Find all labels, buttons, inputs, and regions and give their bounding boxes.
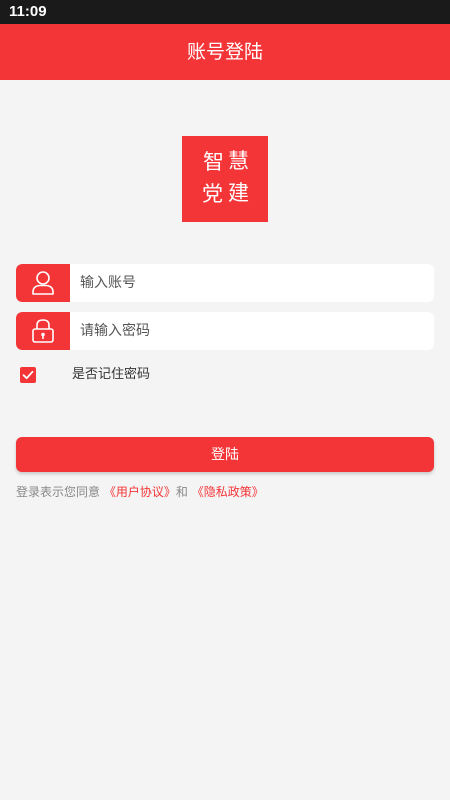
logo-char: 智 xyxy=(203,150,224,174)
account-field[interactable] xyxy=(16,264,434,302)
logo-char: 建 xyxy=(228,181,249,205)
logo-char: 慧 xyxy=(228,149,249,173)
password-icon-box xyxy=(16,312,70,350)
user-icon xyxy=(32,271,54,295)
password-field[interactable] xyxy=(16,312,434,350)
account-icon-box xyxy=(16,264,70,302)
privacy-policy-link[interactable]: 《隐私政策》 xyxy=(192,485,264,499)
app-header: 账号登陆 xyxy=(0,24,450,80)
logo-char: 党 xyxy=(202,182,223,206)
status-time: 11:09 xyxy=(9,3,47,20)
page-title: 账号登陆 xyxy=(186,41,263,63)
status-bar: 11:09 xyxy=(0,0,450,24)
remember-password-checkbox[interactable] xyxy=(20,367,36,383)
app-logo: 智 慧 党 建 xyxy=(182,136,268,222)
checkmark-icon xyxy=(22,370,34,380)
lock-icon xyxy=(32,319,54,343)
login-button[interactable]: 登陆 xyxy=(16,437,434,472)
account-input[interactable] xyxy=(70,264,430,302)
agreement-prefix: 登录表示您同意 xyxy=(16,485,101,499)
agreement-text: 登录表示您同意 《用户协议》和 《隐私政策》 xyxy=(16,484,264,500)
agreement-conjunction: 和 xyxy=(175,485,188,499)
password-input[interactable] xyxy=(70,312,430,350)
user-agreement-link[interactable]: 《用户协议》 xyxy=(104,485,176,499)
remember-password-label: 是否记住密码 xyxy=(72,367,151,382)
